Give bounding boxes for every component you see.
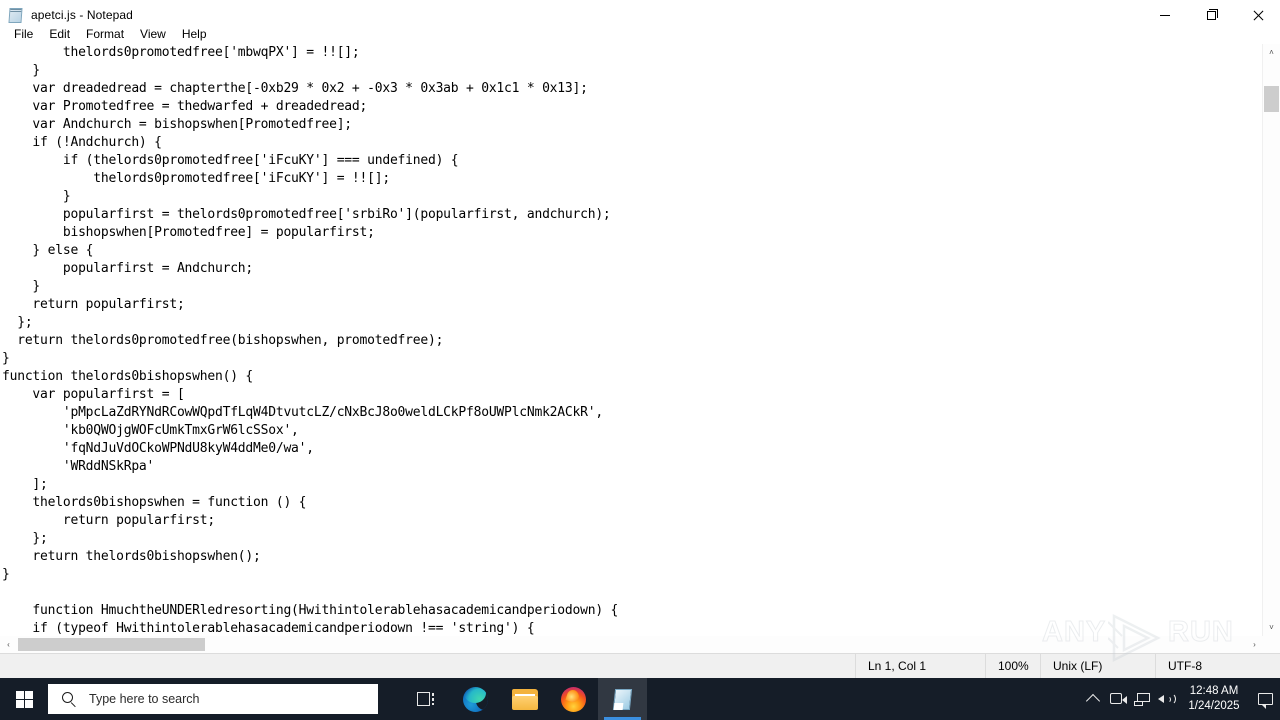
notepad-window: apetci.js - Notepad File Edit Format Vie… [0, 0, 1280, 720]
menu-item-view[interactable]: View [132, 24, 174, 44]
taskbar-item-edge[interactable] [451, 678, 500, 720]
taskbar-app-buttons [402, 678, 647, 720]
network-icon[interactable] [1130, 678, 1154, 720]
taskbar-item-firefox[interactable] [549, 678, 598, 720]
windows-logo-icon [15, 690, 33, 708]
vertical-scroll-thumb[interactable] [1264, 86, 1279, 112]
scroll-right-icon[interactable]: › [1246, 636, 1263, 653]
notepad-icon [8, 7, 24, 24]
menu-item-file[interactable]: File [6, 24, 41, 44]
camera-icon[interactable] [1106, 678, 1130, 720]
clock[interactable]: 12:48 AM 1/24/2025 [1178, 678, 1250, 720]
system-tray: 12:48 AM 1/24/2025 [1080, 678, 1280, 720]
clock-date: 1/24/2025 [1188, 700, 1240, 712]
taskbar: Type here to search 12:48 AM 1/24/2025 [0, 678, 1280, 720]
menu-item-help[interactable]: Help [174, 24, 215, 44]
scroll-up-icon[interactable]: ˄ [1263, 44, 1280, 61]
file-explorer-icon [511, 688, 538, 710]
scrollbar-corner [1263, 636, 1280, 653]
horizontal-scroll-thumb[interactable] [18, 638, 205, 651]
task-view-icon [416, 691, 437, 708]
menu-item-format[interactable]: Format [78, 24, 132, 44]
menu-item-edit[interactable]: Edit [41, 24, 78, 44]
scroll-left-icon[interactable]: ‹ [0, 636, 17, 653]
search-input[interactable]: Type here to search [48, 684, 378, 714]
microsoft-edge-icon [463, 686, 488, 712]
notepad-taskbar-icon [611, 688, 634, 711]
text-editor-area[interactable]: thelords0promotedfree['mbwqPX'] = !![]; … [0, 44, 1280, 636]
status-cursor-position: Ln 1, Col 1 [855, 654, 985, 679]
firefox-icon [561, 686, 586, 712]
notification-icon [1257, 693, 1273, 709]
status-bar: Ln 1, Col 1 100% Unix (LF) UTF-8 [0, 653, 1280, 679]
vertical-scrollbar[interactable]: ˄ ˅ [1262, 44, 1280, 636]
show-hidden-icons-button[interactable] [1080, 678, 1106, 720]
editor-content[interactable]: thelords0promotedfree['mbwqPX'] = !![]; … [0, 44, 618, 636]
scroll-down-icon[interactable]: ˅ [1263, 619, 1280, 636]
menu-bar: File Edit Format View Help [0, 24, 1280, 44]
search-placeholder: Type here to search [89, 692, 200, 706]
clock-time: 12:48 AM [1189, 685, 1239, 697]
status-encoding[interactable]: UTF-8 [1155, 654, 1280, 679]
taskbar-item-task-view[interactable] [402, 678, 451, 720]
volume-icon[interactable] [1154, 678, 1178, 720]
taskbar-item-file-explorer[interactable] [500, 678, 549, 720]
horizontal-scrollbar[interactable]: ‹ › [0, 636, 1280, 653]
search-icon [62, 691, 77, 707]
taskbar-item-notepad[interactable] [598, 678, 647, 720]
start-button[interactable] [0, 678, 48, 720]
notification-center-button[interactable] [1250, 678, 1280, 720]
status-zoom-level[interactable]: 100% [985, 654, 1040, 679]
status-line-ending[interactable]: Unix (LF) [1040, 654, 1155, 679]
